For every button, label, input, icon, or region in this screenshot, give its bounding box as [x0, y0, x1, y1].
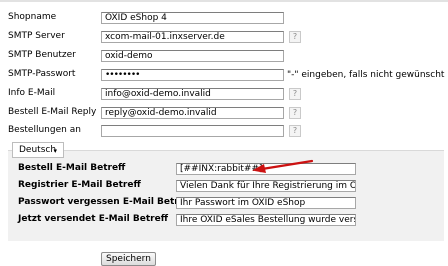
- smtp-user-label: SMTP Benutzer: [8, 50, 76, 60]
- smtp-password-input[interactable]: ••••••••: [101, 69, 284, 81]
- reply-email-input[interactable]: reply@oxid-demo.invalid: [101, 107, 284, 119]
- shipped-subject-label: Jetzt versendet E-Mail Betreff: [18, 214, 169, 224]
- smtp-server-help-icon[interactable]: ?: [289, 31, 301, 43]
- chevron-down-icon: ▾: [53, 147, 57, 155]
- orders-to-help-icon[interactable]: ?: [289, 125, 301, 137]
- red-arrow-icon: [252, 159, 314, 173]
- info-email-label: Info E-Mail: [8, 88, 56, 98]
- language-dropdown[interactable]: Deutsch ▾: [12, 142, 64, 158]
- reply-email-help-icon[interactable]: ?: [289, 107, 301, 119]
- smtp-user-input[interactable]: oxid-demo: [101, 50, 284, 62]
- shopname-input[interactable]: OXID eShop 4: [101, 12, 284, 24]
- reply-email-label: Bestell E-Mail Reply: [8, 107, 97, 117]
- smtp-server-input[interactable]: xcom-mail-01.inxserver.de: [101, 31, 284, 43]
- orders-to-input[interactable]: [101, 125, 284, 137]
- smtp-server-label: SMTP Server: [8, 31, 65, 41]
- shopname-label: Shopname: [8, 12, 57, 22]
- forgot-password-subject-input[interactable]: Ihr Passwort im OXID eShop: [176, 197, 356, 209]
- password-hint-text: "-" eingeben, falls nicht gewünscht: [287, 70, 445, 80]
- top-divider: [0, 0, 448, 2]
- register-subject-input[interactable]: Vielen Dank für Ihre Registrierung im OX: [176, 180, 356, 192]
- forgot-password-subject-label: Passwort vergessen E-Mail Betreff: [18, 197, 193, 207]
- register-subject-label: Registrier E-Mail Betreff: [18, 180, 141, 190]
- info-email-input[interactable]: info@oxid-demo.invalid: [101, 88, 284, 100]
- shipped-subject-input[interactable]: Ihre OXID eSales Bestellung wurde versa: [176, 214, 356, 226]
- info-email-help-icon[interactable]: ?: [289, 88, 301, 100]
- order-subject-label: Bestell E-Mail Betreff: [18, 163, 126, 173]
- orders-to-label: Bestellungen an: [8, 125, 81, 135]
- smtp-password-label: SMTP-Passwort: [8, 69, 76, 79]
- language-dropdown-label: Deutsch: [19, 145, 57, 155]
